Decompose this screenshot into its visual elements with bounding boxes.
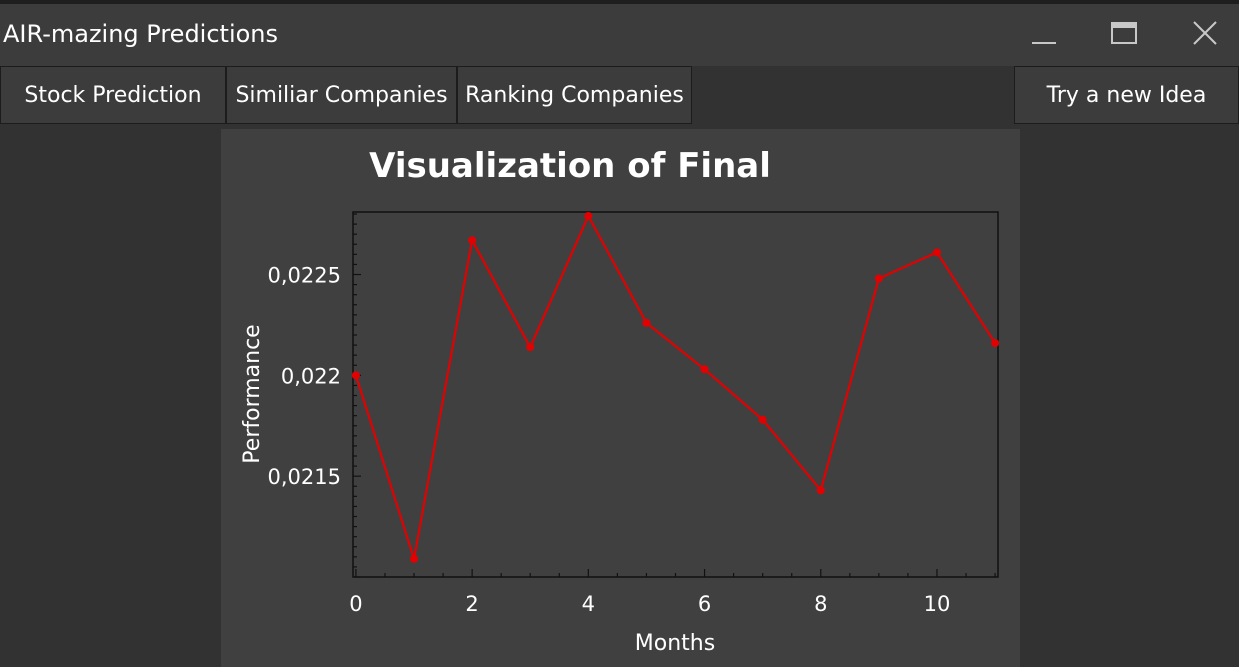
y-tick-label: 0,0215 — [268, 465, 341, 489]
performance-chart: Visualization of Final 0 2 4 6 8 10 0,02150,0… — [240, 146, 1000, 656]
app-title: AIR-mazing Predictions — [3, 20, 279, 48]
data-point — [874, 274, 883, 283]
y-axis-label: Performance — [240, 324, 265, 463]
y-tick-labels: 0,0215 0,022 0,0225 — [268, 264, 341, 490]
tab-similiar-companies[interactable]: Similiar Companies — [226, 66, 457, 124]
data-point — [700, 365, 709, 374]
x-tick-label: 2 — [465, 592, 478, 616]
data-point — [932, 248, 941, 257]
maximize-button[interactable] — [1102, 14, 1146, 54]
data-point — [584, 212, 593, 221]
data-point — [642, 318, 651, 327]
data-point — [351, 371, 360, 380]
data-point — [991, 339, 1000, 348]
x-tick-label: 10 — [924, 592, 951, 616]
chart-panel: Visualization of Final 0 2 4 6 8 10 0,0215 0,0… — [221, 129, 1020, 667]
data-point — [758, 415, 767, 424]
close-icon — [1193, 21, 1217, 45]
data-point — [468, 236, 477, 245]
x-tick-label: 6 — [698, 592, 711, 616]
y-tick-label: 0,022 — [281, 364, 341, 388]
plot-area — [352, 211, 999, 578]
x-axis-label: Months — [635, 631, 715, 656]
data-point — [816, 486, 825, 495]
x-tick-label: 4 — [582, 592, 595, 616]
tab-bar: Stock Prediction Similiar Companies Rank… — [0, 66, 1239, 126]
minimize-icon — [1032, 42, 1056, 44]
y-tick-label: 0,0225 — [268, 264, 341, 288]
x-tick-label: 8 — [814, 592, 827, 616]
x-tick-labels: 0 2 4 6 8 10 — [349, 592, 950, 616]
maximize-icon — [1111, 22, 1137, 44]
try-new-idea-button[interactable]: Try a new Idea — [1014, 66, 1239, 124]
title-bar[interactable]: AIR-mazing Predictions — [0, 4, 1239, 66]
data-point — [526, 343, 535, 352]
tab-stock-prediction[interactable]: Stock Prediction — [0, 66, 226, 124]
x-tick-label: 0 — [349, 592, 362, 616]
minimize-button[interactable] — [1022, 14, 1066, 54]
close-button[interactable] — [1183, 14, 1227, 54]
tab-ranking-companies[interactable]: Ranking Companies — [457, 66, 692, 124]
data-point — [410, 554, 419, 563]
chart-title: Visualization of Final — [369, 146, 771, 186]
